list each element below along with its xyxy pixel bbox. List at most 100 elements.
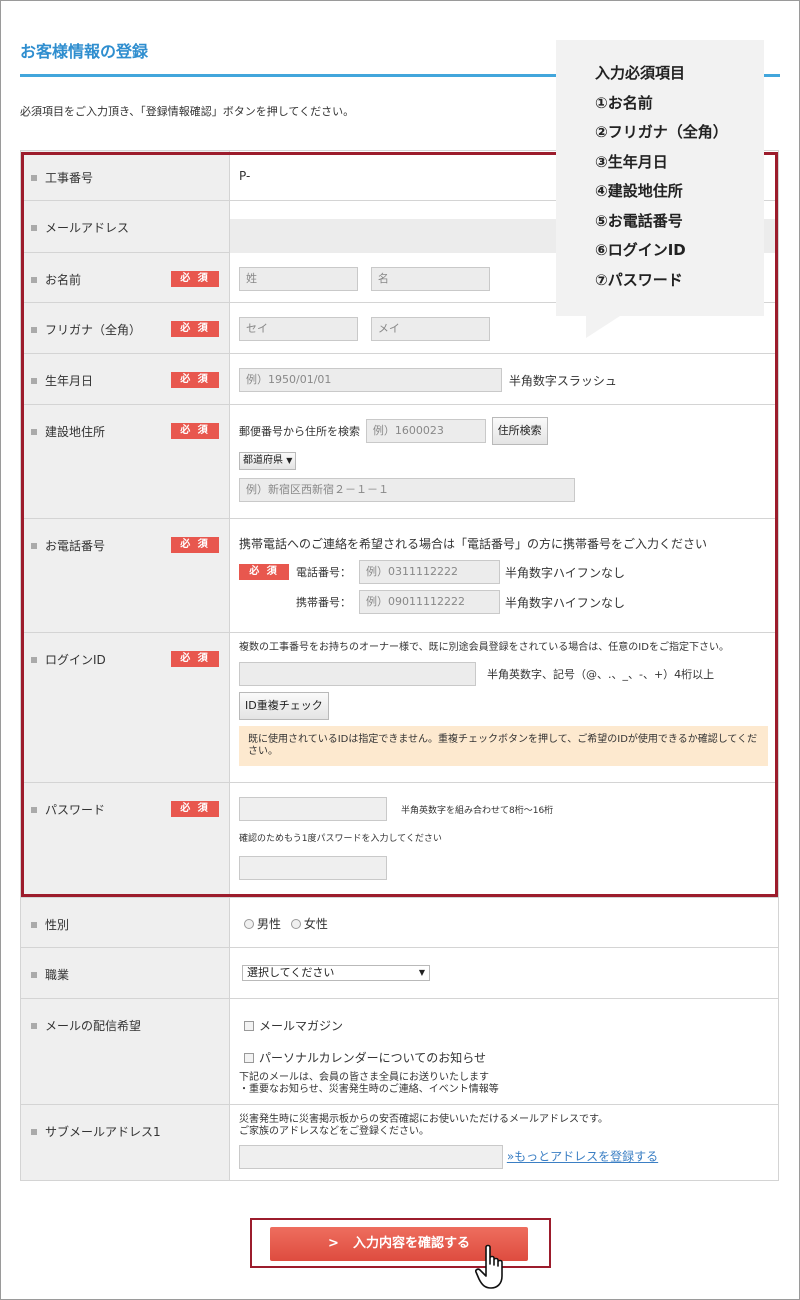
gender-male-radio[interactable] bbox=[244, 918, 254, 929]
tel-label: 電話番号： bbox=[296, 566, 351, 579]
prefecture-select-value: 都道府県 bbox=[243, 455, 283, 466]
password-input[interactable] bbox=[239, 797, 387, 821]
last-name-input[interactable]: 姓 bbox=[239, 267, 358, 291]
label-cell: パスワード 必 須 bbox=[20, 783, 229, 897]
sub-email-note-1: 災害発生時に災害掲示板からの安否確認にお使いいただけるメールアドレスです。 bbox=[239, 1114, 608, 1125]
row-address: 建設地住所 必 須 郵便番号から住所を検索 例）1600023 住所検索 都道府県… bbox=[20, 405, 779, 519]
password-confirm-label: 確認のためもう1度パスワードを入力してください bbox=[239, 834, 442, 844]
zip-search-label: 郵便番号から住所を検索 bbox=[239, 425, 360, 438]
value-cell: 携帯電話へのご連絡を希望される場合は「電話番号」の方に携帯番号をご入力ください … bbox=[229, 519, 779, 632]
bullet-icon bbox=[31, 224, 37, 231]
required-badge: 必 須 bbox=[171, 801, 219, 817]
gender-male-label: 男性 bbox=[257, 917, 282, 931]
page-title: お客様情報の登録 bbox=[20, 42, 149, 61]
value-cell: 郵便番号から住所を検索 例）1600023 住所検索 都道府県 ▼ 例）新宿区西… bbox=[229, 405, 779, 518]
row-login-id: ログインID 必 須 複数の工事番号をお持ちのオーナー様で、既に別途会員登録をされ… bbox=[20, 633, 779, 783]
label-cell: 職業 bbox=[20, 948, 229, 998]
callout-item: ⑥ログインID bbox=[595, 241, 686, 259]
mail-magazine-checkbox[interactable] bbox=[244, 1020, 254, 1031]
mobile-label: 携帯番号： bbox=[296, 596, 351, 609]
occupation-select-value: 選択してください bbox=[247, 966, 335, 979]
value-cell: 選択してください ▼ bbox=[229, 948, 779, 998]
occupation-label: 職業 bbox=[45, 968, 70, 982]
birthdate-input[interactable]: 例）1950/01/01 bbox=[239, 368, 502, 392]
bullet-icon bbox=[31, 174, 37, 181]
zip-code-input[interactable]: 例）1600023 bbox=[365, 419, 486, 443]
add-more-address-link[interactable]: »もっとアドレスを登録する bbox=[507, 1150, 658, 1164]
prefecture-select[interactable]: 都道府県 ▼ bbox=[239, 452, 297, 470]
street-address-input[interactable]: 例）新宿区西新宿２－１－１ bbox=[239, 478, 575, 502]
password-note: 半角英数字を組み合わせて8桁～16桁 bbox=[401, 806, 554, 816]
gender-female-radio[interactable] bbox=[290, 918, 301, 929]
mail-preference-label: メールの配信希望 bbox=[45, 1019, 142, 1033]
label-cell: メールの配信希望 bbox=[20, 999, 229, 1104]
bullet-icon bbox=[31, 276, 37, 283]
bullet-icon bbox=[31, 656, 37, 663]
required-badge: 必 須 bbox=[171, 372, 219, 388]
value-cell: 災害発生時に災害掲示板からの安否確認にお使いいただけるメールアドレスです。 ご家… bbox=[229, 1105, 779, 1180]
chevron-right-icon: > bbox=[328, 1236, 339, 1251]
callout-item: ⑤お電話番号 bbox=[595, 211, 683, 230]
label-cell: サブメールアドレス1 bbox=[20, 1105, 229, 1180]
label-cell: フリガナ（全角） 必 須 bbox=[20, 303, 229, 353]
value-cell: 複数の工事番号をお持ちのオーナー様で、既に別途会員登録をされている場合は、任意の… bbox=[229, 633, 779, 782]
required-items-callout: 入力必須項目 ①お名前 ②フリガナ（全角） ③生年月日 ④建設地住所 ⑤お電話番… bbox=[556, 40, 764, 338]
tel-note: 半角数字ハイフンなし bbox=[505, 566, 626, 580]
sub-email-note-2: ご家族のアドレスなどをご登録ください。 bbox=[239, 1126, 429, 1137]
construction-number-value: P- bbox=[239, 169, 251, 183]
row-gender: 性別 男性 女性 bbox=[20, 898, 779, 948]
label-cell: お電話番号 必 須 bbox=[20, 519, 229, 632]
mail-magazine-label: メールマガジン bbox=[259, 1019, 344, 1033]
required-badge: 必 須 bbox=[171, 321, 219, 337]
gender-label: 性別 bbox=[45, 918, 70, 932]
value-cell: 例）1950/01/01 半角数字スラッシュ bbox=[229, 354, 779, 404]
dropdown-arrow-icon: ▼ bbox=[286, 456, 293, 465]
row-sub-email: サブメールアドレス1 災害発生時に災害掲示板からの安否確認にお使いいただけるメー… bbox=[20, 1105, 779, 1181]
login-id-warning: 既に使用されているIDは指定できません。重複チェックボタンを押して、ご希望のID… bbox=[239, 726, 768, 766]
row-mail-preference: メールの配信希望 メールマガジン パーソナルカレンダーについてのお知らせ 下記の… bbox=[20, 999, 779, 1105]
bullet-icon bbox=[31, 1022, 37, 1029]
login-id-input[interactable] bbox=[239, 662, 476, 686]
email-label: メールアドレス bbox=[45, 221, 130, 235]
phone-label: お電話番号 bbox=[45, 539, 106, 553]
row-occupation: 職業 選択してください ▼ bbox=[20, 948, 779, 999]
sub-email-input[interactable] bbox=[239, 1145, 503, 1169]
login-id-instruction: 複数の工事番号をお持ちのオーナー様で、既に別途会員登録をされている場合は、任意の… bbox=[239, 642, 729, 653]
required-badge: 必 須 bbox=[171, 537, 219, 553]
furigana-label: フリガナ（全角） bbox=[45, 323, 142, 337]
password-confirm-input[interactable] bbox=[239, 856, 387, 880]
birthdate-note: 半角数字スラッシュ bbox=[508, 373, 617, 388]
address-search-button[interactable]: 住所検索 bbox=[491, 417, 548, 445]
bullet-icon bbox=[31, 1128, 37, 1135]
bullet-icon bbox=[31, 428, 37, 435]
construction-number-label: 工事番号 bbox=[45, 171, 94, 185]
first-name-input[interactable]: 名 bbox=[370, 267, 490, 291]
hand-cursor-icon bbox=[475, 1244, 503, 1289]
bullet-icon bbox=[31, 542, 37, 549]
bullet-icon bbox=[31, 806, 37, 813]
label-cell: 工事番号 bbox=[20, 151, 229, 200]
row-birthdate: 生年月日 必 須 例）1950/01/01 半角数字スラッシュ bbox=[20, 354, 779, 405]
tel-input[interactable]: 例）0311112222 bbox=[359, 560, 500, 584]
occupation-select[interactable]: 選択してください ▼ bbox=[242, 965, 430, 981]
callout-item: ④建設地住所 bbox=[595, 182, 683, 200]
label-cell: 性別 bbox=[20, 898, 229, 947]
id-duplicate-check-button[interactable]: ID重複チェック bbox=[239, 692, 329, 720]
required-badge: 必 須 bbox=[171, 271, 219, 287]
phone-instruction: 携帯電話へのご連絡を希望される場合は「電話番号」の方に携帯番号をご入力ください bbox=[239, 537, 708, 551]
calendar-notice-checkbox[interactable] bbox=[244, 1052, 254, 1063]
callout-item: ③生年月日 bbox=[595, 152, 668, 171]
value-cell: メールマガジン パーソナルカレンダーについてのお知らせ 下記のメールは、会員の皆… bbox=[229, 999, 779, 1104]
last-name-kana-input[interactable]: セイ bbox=[239, 317, 358, 341]
login-id-note: 半角英数字、記号（@、.、_、-、+）4桁以上 bbox=[487, 668, 715, 681]
label-cell: 建設地住所 必 須 bbox=[20, 405, 229, 518]
bullet-icon bbox=[31, 921, 37, 928]
login-id-label: ログインID bbox=[45, 653, 106, 667]
row-phone: お電話番号 必 須 携帯電話へのご連絡を希望される場合は「電話番号」の方に携帯番号… bbox=[20, 519, 779, 633]
gender-female-label: 女性 bbox=[303, 917, 328, 931]
first-name-kana-input[interactable]: メイ bbox=[370, 317, 490, 341]
bullet-icon bbox=[31, 326, 37, 333]
address-label: 建設地住所 bbox=[45, 425, 106, 439]
label-cell: 生年月日 必 須 bbox=[20, 354, 229, 404]
mobile-input[interactable]: 例）09011112222 bbox=[359, 590, 500, 614]
